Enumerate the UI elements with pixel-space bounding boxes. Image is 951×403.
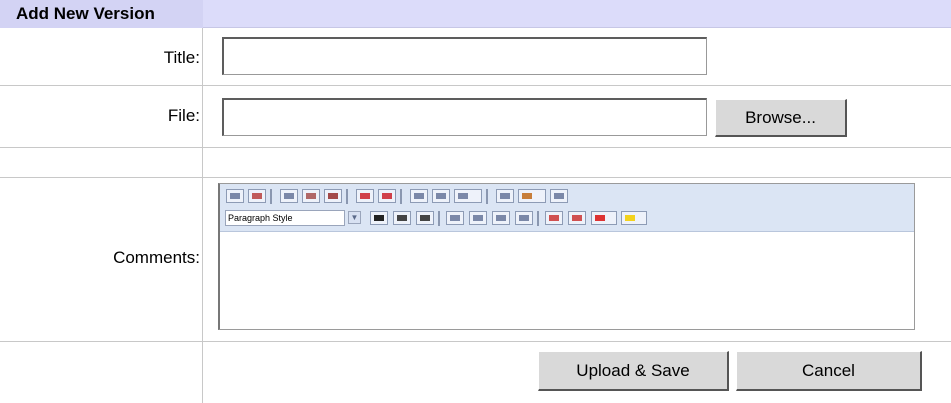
underline-icon[interactable] [416, 211, 434, 225]
cancel-button[interactable]: Cancel [736, 351, 922, 391]
print-icon[interactable] [226, 189, 244, 203]
unlink-icon[interactable] [432, 189, 450, 203]
comments-editor[interactable]: Paragraph Style ▼ [218, 183, 915, 330]
comments-label: Comments: [113, 248, 200, 267]
title-input[interactable] [222, 37, 707, 75]
actions-row: Upload & Save Cancel [0, 342, 951, 403]
copy-icon[interactable] [302, 189, 320, 203]
undo-icon[interactable] [356, 189, 374, 203]
title-label: Title: [163, 48, 200, 67]
form-title: Add New Version [0, 0, 203, 28]
paragraph-style-select[interactable]: Paragraph Style [225, 210, 345, 226]
chevron-down-icon[interactable]: ▼ [348, 211, 361, 224]
add-version-form: Add New Version Title: File: Browse... C… [0, 0, 951, 403]
align-justify-icon[interactable] [515, 211, 533, 225]
toolbar-separator [438, 211, 440, 226]
form-header: Add New Version [0, 0, 951, 28]
browse-button[interactable]: Browse... [715, 99, 847, 137]
file-path-input[interactable] [222, 98, 707, 136]
font-color-icon[interactable] [591, 211, 617, 225]
cut-icon[interactable] [280, 189, 298, 203]
spellcheck-icon[interactable] [248, 189, 266, 203]
horizontal-rule-icon[interactable] [496, 189, 514, 203]
file-row: File: Browse... [0, 86, 951, 148]
toolbar-separator [486, 189, 488, 204]
align-center-icon[interactable] [469, 211, 487, 225]
toolbar-separator [537, 211, 539, 226]
ordered-list-icon[interactable] [545, 211, 563, 225]
editor-toolbar: Paragraph Style ▼ [220, 184, 914, 232]
anchor-icon[interactable] [454, 189, 482, 203]
image-icon[interactable] [518, 189, 546, 203]
align-left-icon[interactable] [446, 211, 464, 225]
italic-icon[interactable] [393, 211, 411, 225]
redo-icon[interactable] [378, 189, 396, 203]
toolbar-separator [400, 189, 402, 204]
bold-icon[interactable] [370, 211, 388, 225]
toolbar-separator [346, 189, 348, 204]
help-icon[interactable] [550, 189, 568, 203]
unordered-list-icon[interactable] [568, 211, 586, 225]
file-label: File: [167, 106, 200, 125]
toolbar-separator [270, 189, 272, 204]
title-row: Title: [0, 28, 951, 86]
align-right-icon[interactable] [492, 211, 510, 225]
paste-icon[interactable] [324, 189, 342, 203]
highlight-color-icon[interactable] [621, 211, 647, 225]
upload-save-button[interactable]: Upload & Save [538, 351, 729, 391]
spacer-row [0, 148, 951, 178]
link-icon[interactable] [410, 189, 428, 203]
